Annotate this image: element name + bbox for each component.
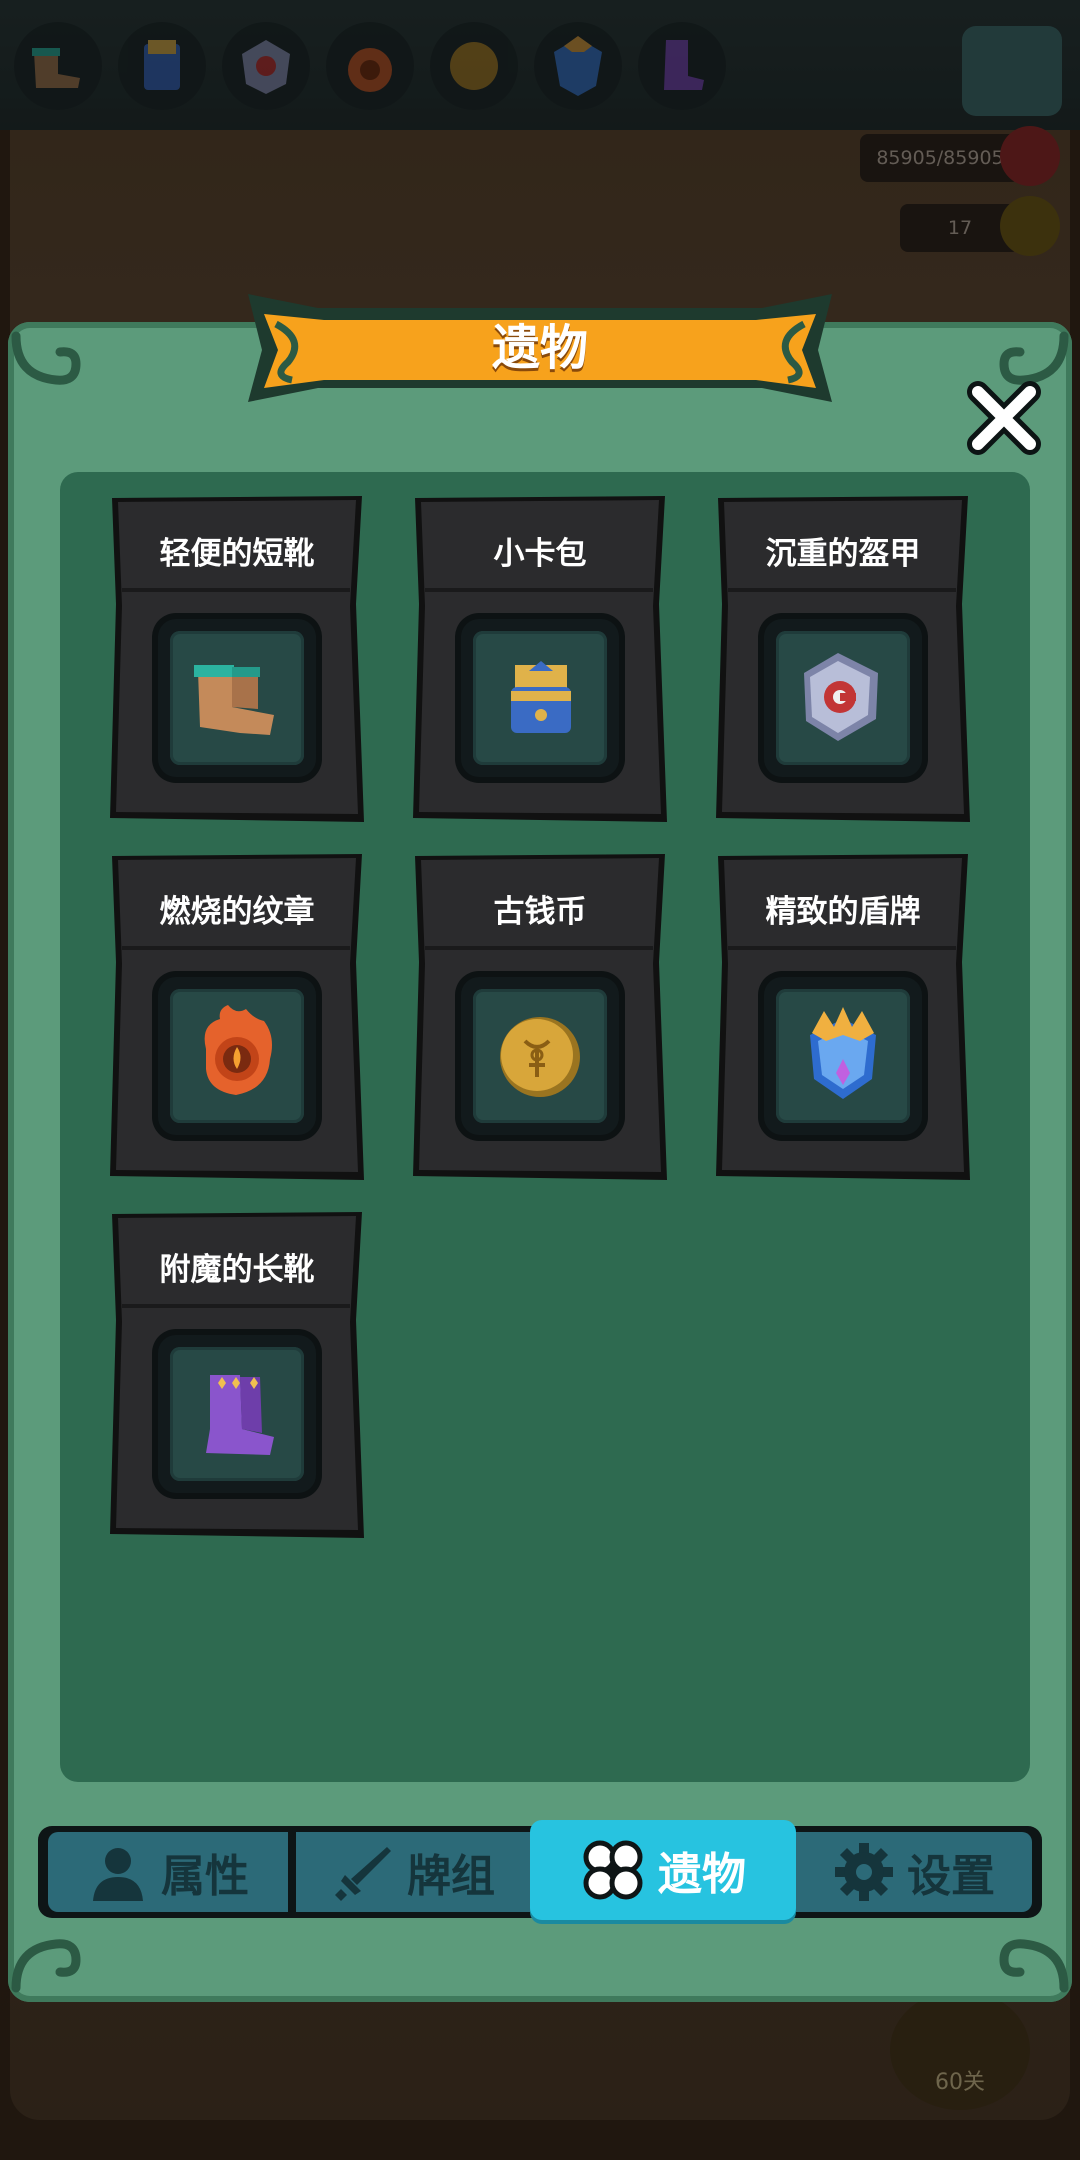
close-icon xyxy=(967,381,1041,455)
tab-relics[interactable]: 遗物 xyxy=(530,1820,796,1920)
gear-icon xyxy=(835,1843,893,1901)
person-icon xyxy=(93,1848,143,1901)
close-button[interactable] xyxy=(964,378,1044,458)
bottom-tab-bar: 属性 牌组 遗物 设置 xyxy=(38,1820,1042,1920)
tab-relics-label: 遗物 xyxy=(658,1849,746,1900)
tab-deck-label: 牌组 xyxy=(407,1851,495,1902)
relic-name: 古钱币 xyxy=(493,894,587,930)
clover-icon xyxy=(583,1840,643,1900)
relic-name: 沉重的盔甲 xyxy=(765,536,921,572)
heavy-armor-icon xyxy=(804,653,878,741)
enchanted-boots-icon xyxy=(206,1375,274,1455)
tab-attributes[interactable]: 属性 xyxy=(48,1832,288,1912)
relic-slot xyxy=(461,619,619,777)
relic-card[interactable]: 附魔的长靴 xyxy=(106,1210,368,1540)
relic-name: 精致的盾牌 xyxy=(765,894,921,930)
burning-emblem-icon xyxy=(204,1005,272,1095)
exquisite-shield-icon xyxy=(810,1007,876,1099)
corner-swirl-icon xyxy=(11,1939,81,1993)
relic-card[interactable]: 精致的盾牌 xyxy=(712,852,974,1182)
card-pack-icon xyxy=(511,661,571,733)
relic-card[interactable]: 古钱币 xyxy=(409,852,671,1182)
relic-card[interactable]: 轻便的短靴 xyxy=(106,494,368,824)
light-boots-icon xyxy=(194,665,274,735)
tab-settings[interactable]: 设置 xyxy=(796,1832,1032,1912)
tab-attributes-label: 属性 xyxy=(161,1851,249,1902)
ancient-coin-icon xyxy=(500,1017,580,1097)
tab-settings-label: 设置 xyxy=(907,1851,995,1902)
relic-name: 轻便的短靴 xyxy=(159,536,315,572)
relic-card[interactable]: 小卡包 xyxy=(409,494,671,824)
title-banner: 遗物 xyxy=(228,280,852,410)
relic-slot xyxy=(461,977,619,1135)
corner-swirl-icon xyxy=(11,331,81,385)
corner-swirl-icon xyxy=(999,1939,1069,1993)
relic-slot xyxy=(158,1335,316,1493)
relic-name: 燃烧的纹章 xyxy=(159,894,315,930)
relic-card[interactable]: 燃烧的纹章 xyxy=(106,852,368,1182)
relic-name: 小卡包 xyxy=(493,536,587,572)
relic-name: 附魔的长靴 xyxy=(159,1252,315,1288)
sword-icon xyxy=(335,1847,391,1901)
tab-deck[interactable]: 牌组 xyxy=(296,1832,532,1912)
relic-slot xyxy=(764,977,922,1135)
relic-slot xyxy=(764,619,922,777)
relic-card[interactable]: 沉重的盔甲 xyxy=(712,494,974,824)
modal-title: 遗物 xyxy=(491,320,588,376)
relic-slot xyxy=(158,619,316,777)
relic-slot xyxy=(158,977,316,1135)
